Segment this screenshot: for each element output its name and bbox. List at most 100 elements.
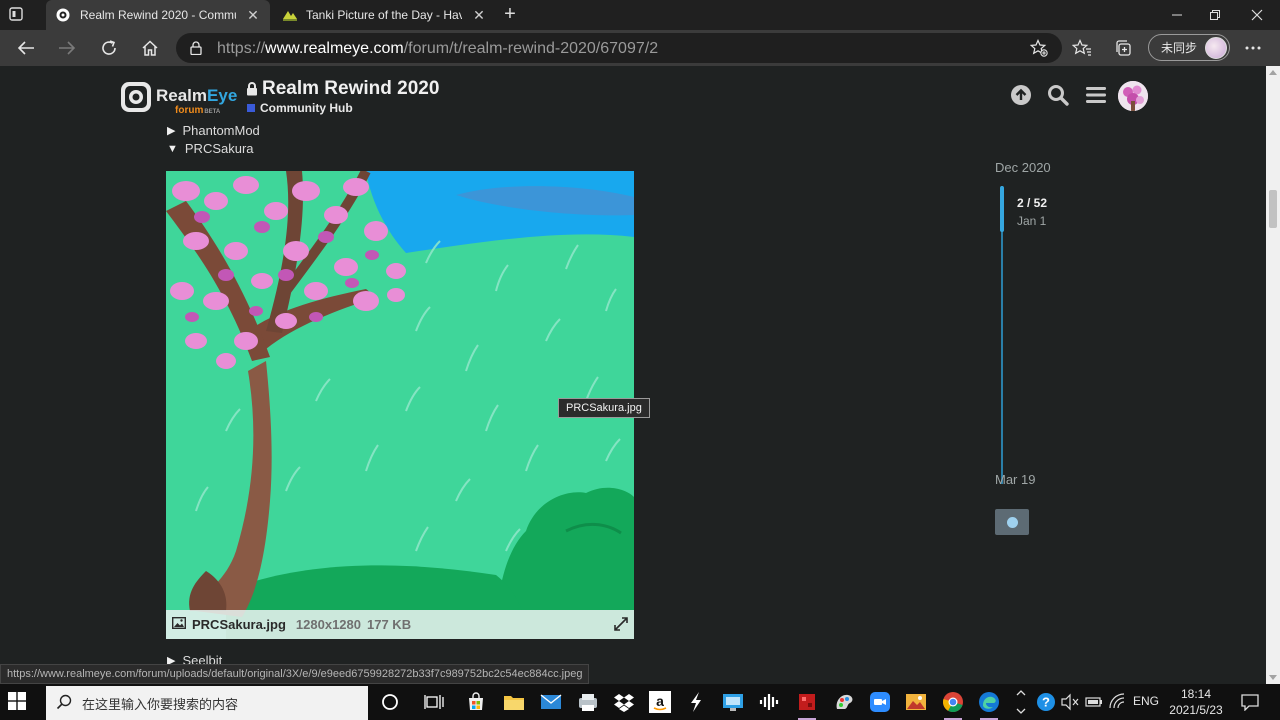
profile-sync-label: 未同步	[1161, 41, 1198, 55]
add-favorite-icon[interactable]	[1029, 39, 1048, 62]
back-button[interactable]	[13, 36, 39, 60]
close-tab-icon[interactable]: ✕	[246, 7, 260, 24]
image-size: 177 KB	[367, 617, 412, 632]
category-label: Community Hub	[260, 101, 353, 115]
upload-arrow-icon[interactable]	[1009, 83, 1033, 107]
page-scrollbar[interactable]	[1266, 66, 1280, 684]
volume-muted-icon[interactable]	[1058, 690, 1082, 714]
close-tab-icon[interactable]: ✕	[472, 7, 486, 24]
input-language[interactable]: ENG	[1133, 694, 1159, 708]
forward-button[interactable]	[54, 36, 80, 60]
profile-button[interactable]: 未同步	[1148, 34, 1230, 61]
show-hidden-icons-chevron[interactable]	[1009, 690, 1033, 714]
microsoft-store-icon[interactable]	[464, 690, 488, 714]
hamburger-menu-icon[interactable]	[1084, 83, 1108, 107]
image-meta-bar: PRCSakura.jpg 1280x1280 177 KB	[166, 610, 634, 639]
scrollbar-thumb[interactable]	[1269, 190, 1277, 228]
tab-title: Tanki Picture of the Day - Have a nice d…	[306, 8, 462, 22]
lightning-app-icon[interactable]	[684, 690, 708, 714]
remote-desktop-icon[interactable]	[721, 690, 745, 714]
new-tab-button[interactable]: +	[500, 4, 520, 26]
details-label: PhantomMod	[182, 123, 260, 138]
notifications-icon[interactable]	[1238, 690, 1262, 714]
battery-icon[interactable]	[1082, 690, 1106, 714]
refresh-button[interactable]	[96, 36, 122, 60]
windows-taskbar: 在这里输入你要搜索的内容 a ? ENG 18:14 2021/5/23	[0, 684, 1280, 720]
tab-actions-icon[interactable]	[8, 6, 28, 24]
user-avatar[interactable]	[1118, 81, 1148, 111]
timeline-position: 2 / 52	[1017, 196, 1048, 210]
tab-strip: Realm Rewind 2020 - Community Hub - Real…	[0, 0, 1280, 30]
address-bar[interactable]: https://www.realmeye.com/forum/t/realm-r…	[176, 33, 1062, 63]
details-prcsakura[interactable]: ▼ PRCSakura	[167, 141, 254, 156]
dropbox-icon[interactable]	[612, 690, 636, 714]
search-icon[interactable]	[1046, 83, 1070, 107]
tanki-favicon-icon	[282, 8, 297, 22]
edge-icon[interactable]	[977, 690, 1001, 720]
expand-triangle-icon: ▶	[167, 125, 176, 137]
cortana-icon[interactable]	[378, 690, 402, 714]
image-icon	[171, 616, 187, 632]
profile-avatar	[1205, 36, 1228, 59]
audio-app-icon[interactable]	[758, 690, 782, 714]
collapse-triangle-icon: ▼	[167, 142, 178, 155]
windows-start-icon[interactable]	[8, 692, 28, 712]
realmeye-favicon-icon	[56, 8, 70, 22]
close-window-button[interactable]	[1234, 0, 1280, 30]
circle-icon	[1006, 516, 1018, 528]
realmeye-logo-icon	[121, 82, 151, 112]
collections-icon[interactable]	[1113, 38, 1133, 58]
taskbar-search-box[interactable]: 在这里输入你要搜索的内容	[46, 686, 368, 720]
clock-date: 2021/5/23	[1169, 703, 1223, 717]
scroll-up-icon[interactable]	[1269, 70, 1277, 75]
more-menu-icon[interactable]	[1243, 38, 1263, 58]
details-label: PRCSakura	[184, 141, 254, 156]
details-phantommod[interactable]: ▶ PhantomMod	[167, 123, 260, 138]
amazon-icon[interactable]: a	[648, 690, 672, 714]
link-status-bar: https://www.realmeye.com/forum/uploads/d…	[0, 664, 590, 684]
closed-topic-lock-icon	[246, 82, 258, 101]
tab-realm-rewind[interactable]: Realm Rewind 2020 - Community Hub - Real…	[46, 0, 270, 30]
timeline-handle[interactable]	[1000, 186, 1004, 232]
browser-toolbar: https://www.realmeye.com/forum/t/realm-r…	[0, 30, 1280, 66]
printer-app-icon[interactable]	[576, 690, 600, 714]
taskbar-clock[interactable]: 18:14 2021/5/23	[1166, 686, 1226, 718]
lock-icon[interactable]	[190, 41, 202, 60]
logo-sub-text: forumBETA	[175, 105, 221, 116]
timeline-jump-button[interactable]	[995, 509, 1029, 535]
topic-title[interactable]: Realm Rewind 2020	[262, 78, 439, 100]
wifi-icon[interactable]	[1106, 690, 1130, 714]
home-button[interactable]	[137, 36, 163, 60]
tab-tanki[interactable]: Tanki Picture of the Day - Have a nice d…	[272, 0, 496, 30]
forum-page: RealmEye forumBETA Realm Rewind 2020 Com…	[0, 66, 1266, 684]
svg-text:a: a	[656, 693, 664, 709]
forum-header: RealmEye forumBETA Realm Rewind 2020 Com…	[0, 66, 1266, 122]
category-badge[interactable]: Community Hub	[247, 101, 353, 115]
task-view-icon[interactable]	[422, 690, 446, 714]
file-explorer-icon[interactable]	[502, 690, 526, 714]
topic-timeline: Dec 2020 2 / 52 Jan 1 Mar 19	[995, 160, 1105, 530]
logo-brand-text: RealmEye	[156, 86, 238, 105]
tab-title: Realm Rewind 2020 - Community Hub - Real…	[80, 8, 236, 22]
search-icon	[56, 694, 72, 713]
expand-image-icon[interactable]	[614, 617, 628, 634]
restore-button[interactable]	[1192, 0, 1238, 30]
image-tooltip: PRCSakura.jpg	[558, 398, 650, 418]
image-filename: PRCSakura.jpg	[192, 617, 286, 632]
photos-app-icon[interactable]	[904, 690, 928, 714]
game-app-icon[interactable]	[795, 690, 819, 720]
timeline-end-date[interactable]: Mar 19	[995, 472, 1035, 487]
chrome-icon[interactable]	[941, 690, 965, 720]
category-color-swatch	[247, 104, 255, 112]
zoom-app-icon[interactable]	[868, 690, 892, 714]
mail-icon[interactable]	[539, 690, 563, 714]
help-icon[interactable]: ?	[1034, 690, 1058, 714]
url-text[interactable]: https://www.realmeye.com/forum/t/realm-r…	[217, 40, 658, 58]
scroll-down-icon[interactable]	[1269, 675, 1277, 680]
favorites-icon[interactable]	[1072, 38, 1092, 58]
image-dimensions: 1280x1280	[295, 617, 361, 632]
paint-app-icon[interactable]	[832, 690, 856, 714]
realmeye-forum-logo[interactable]: RealmEye forumBETA	[120, 78, 240, 118]
clock-time: 18:14	[1180, 687, 1212, 701]
timeline-start-date[interactable]: Dec 2020	[995, 160, 1051, 175]
